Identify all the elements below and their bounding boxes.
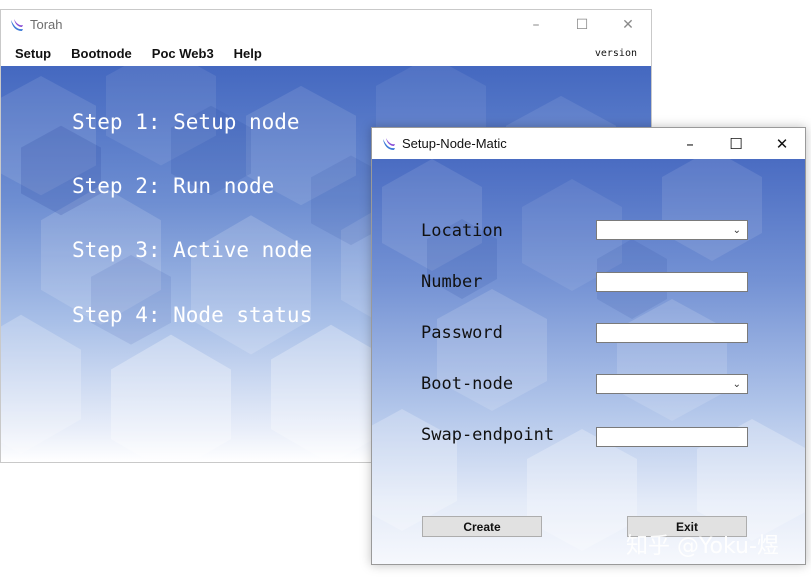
boot-node-label: Boot-node [421, 374, 514, 394]
watermark-text: 知乎 @Yoku-煜 [626, 534, 779, 559]
step-2-label[interactable]: Step 2: Run node [72, 174, 274, 198]
menu-bar: Setup Bootnode Poc Web3 Help version [1, 40, 651, 66]
boot-node-select[interactable]: ⌄ [596, 374, 748, 394]
torah-logo-icon [11, 19, 23, 31]
setup-dialog: Setup-Node-Matic – ☐ ✕ Location ⌄ Number… [371, 127, 806, 565]
menu-help[interactable]: Help [234, 46, 262, 61]
torah-logo-icon [383, 138, 395, 150]
menu-poc-web3[interactable]: Poc Web3 [152, 46, 214, 61]
menu-bootnode[interactable]: Bootnode [71, 46, 132, 61]
swap-endpoint-label: Swap-endpoint [421, 425, 555, 445]
menu-setup[interactable]: Setup [15, 46, 51, 61]
dialog-maximize-button[interactable]: ☐ [713, 128, 759, 159]
maximize-button[interactable]: ☐ [559, 10, 605, 40]
number-input[interactable] [596, 272, 748, 292]
swap-endpoint-input[interactable] [596, 427, 748, 447]
dialog-titlebar[interactable]: Setup-Node-Matic – ☐ ✕ [372, 128, 805, 159]
create-button[interactable]: Create [422, 516, 542, 537]
close-button[interactable]: ✕ [605, 10, 651, 40]
dialog-minimize-button[interactable]: – [667, 128, 713, 159]
chevron-down-icon: ⌄ [732, 224, 741, 236]
number-label: Number [421, 272, 483, 292]
dialog-title: Setup-Node-Matic [402, 136, 507, 151]
step-4-label[interactable]: Step 4: Node status [72, 303, 312, 327]
password-input[interactable] [596, 323, 748, 343]
main-window-title: Torah [30, 17, 63, 32]
step-1-label[interactable]: Step 1: Setup node [72, 110, 300, 134]
minimize-button[interactable]: – [513, 10, 559, 40]
chevron-down-icon: ⌄ [732, 378, 741, 390]
step-3-label[interactable]: Step 3: Active node [72, 238, 312, 262]
location-label: Location [421, 221, 503, 241]
main-titlebar[interactable]: Torah – ☐ ✕ [1, 10, 651, 40]
version-label[interactable]: version [595, 48, 637, 59]
password-label: Password [421, 323, 503, 343]
dialog-close-button[interactable]: ✕ [759, 128, 805, 159]
location-select[interactable]: ⌄ [596, 220, 748, 240]
dialog-background: Location ⌄ Number Password Boot-node ⌄ S… [372, 159, 805, 564]
